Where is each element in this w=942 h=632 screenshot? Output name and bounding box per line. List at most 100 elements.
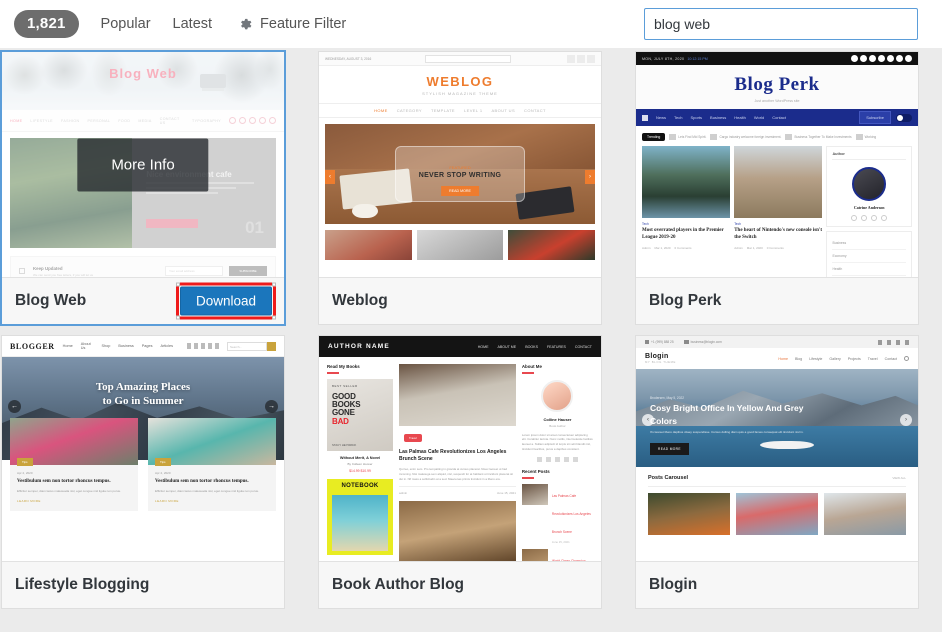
post-title: Las Palmas Cafe Revolutionizes Los Angel… [399,449,507,462]
more-info-button[interactable]: More Info [77,138,209,191]
hero-cta-button: READ MORE [441,186,479,196]
chevron-left-icon: ‹ [325,170,335,184]
resize-handle[interactable] [272,282,276,287]
search-icon [904,356,909,361]
post-meta: Admin Mar 1, 2020 0 Comments [642,245,692,250]
preview-logo-block: Blogin MY BLOG THEME [645,353,676,364]
dark-mode-toggle [896,113,912,122]
social-icons [832,215,906,221]
card-footer: Blogin [636,561,918,608]
post-title: Vestibulum sem non tortor rhoncus tempus… [155,479,249,484]
post-badge: Tips [17,458,33,466]
preview-nav-item: CONTACT [524,108,546,113]
card-footer: Blog Web Download [2,277,284,324]
preview-nav-item: Home [778,356,788,361]
preview-nav-item: LEVEL 1 [464,108,483,113]
post-thumb [734,146,823,218]
tab-latest[interactable]: Latest [173,16,213,32]
preview-nav: News Tech Sports Business Health World C… [636,109,918,126]
preview-tagline: Just another WordPress site [754,99,800,103]
preview-content: Read My Books BEST SELLER GOOD BOOKS GON… [319,357,601,561]
posts-carousel: Posts Carousel VIEW ALL [636,467,918,535]
social-icons [851,55,912,62]
author-role: Book Author [549,423,566,428]
preview-nav-item: Contact [884,356,897,361]
hero-excerpt: It's laoreet libero dapibus vitaey suspe… [650,429,804,434]
feature-filter-button[interactable]: Feature Filter [238,16,346,32]
theme-screenshot-blog-perk[interactable]: MON, JULY 8TH, 2020 10:12:15 PM Blog Per… [636,52,918,277]
preview-hero: FEATURED NEVER STOP WRITING READ MORE ‹ … [325,124,595,224]
preview-nav-item: CONTACT [574,344,592,349]
theme-screenshot-lifestyle-blogging[interactable]: BLOGGER Home About Us Shop Business Page… [2,336,284,561]
preview-logo-sub: MY BLOG THEME [645,360,677,364]
preview-hero: Brodersen, May 5, 2022 Cosy Bright Offic… [636,369,918,467]
post-thumb [399,501,516,561]
preview-topbar: +1 (999) 888 25 business@blogin.com [636,336,918,348]
post-card: Tech The heart of Nintendo's new console… [734,146,823,271]
preview-nav-item: Blog [794,356,803,361]
preview-nav-item: Tech [674,115,683,120]
theme-card-book-author-blog[interactable]: AUTHOR NAME HOME ABOUT ME BOOKS FEATURES… [318,335,602,609]
preview-post-grid [325,230,596,260]
column-title: About Me [521,364,542,369]
theme-screenshot-blogin[interactable]: +1 (999) 888 25 business@blogin.com Blog… [636,336,918,561]
tab-popular[interactable]: Popular [101,16,151,32]
resize-handle[interactable] [175,282,180,287]
avatar [541,379,574,412]
preview-search [425,54,512,63]
preview-logo: Blog Perk [734,74,820,95]
post-title: Most overrated players in the Premier Le… [642,228,724,240]
post-tag: Travel [404,434,422,442]
category-row: Economy [832,250,906,263]
phone-info: +1 (999) 888 25 [645,340,674,344]
card-footer: Blog Perk [636,277,918,324]
theme-title: Blog Perk [649,292,722,309]
preview-nav-item: TEMPLATE [430,108,456,113]
book-kicker: BEST SELLER [332,383,358,388]
hero-date: Brodersen, May 5, 2022 [650,396,685,401]
preview-nav-item: Business [118,344,134,348]
subscribe-area: Subscribe [859,111,912,124]
theme-card-blogin[interactable]: +1 (999) 888 25 business@blogin.com Blog… [635,335,919,609]
theme-count-badge: 1,821 [14,10,79,38]
theme-card-blog-web[interactable]: Blog Web HOME LIFESTYLE FASHION PERSONAL… [1,51,285,325]
cup-shape [352,204,378,218]
post-card: Tips Apr 2, 2020 Vestibulum sem non tort… [10,418,138,511]
resize-handle[interactable] [175,315,180,320]
resize-handle[interactable] [272,315,276,320]
preview-header: Blog Perk Just another WordPress site [636,65,918,109]
post-thumb [648,493,730,535]
theme-card-lifestyle-blogging[interactable]: BLOGGER Home About Us Shop Business Page… [1,335,285,609]
preview-nav-item: Travel [867,356,878,361]
theme-screenshot-weblog[interactable]: WEDNESDAY, AUGUST 3, 2016 WEBLOG STYLISH… [319,52,601,277]
theme-title: Blog Web [15,292,87,309]
theme-title: Blogin [649,576,698,593]
download-button[interactable]: Download [179,286,272,316]
theme-card-blog-perk[interactable]: MON, JULY 8TH, 2020 10:12:15 PM Blog Per… [635,51,919,325]
theme-screenshot-book-author-blog[interactable]: AUTHOR NAME HOME ABOUT ME BOOKS FEATURES… [319,336,601,561]
preview-logo: AUTHOR NAME [328,343,390,350]
preview-nav-item: Shop [101,344,111,348]
post-thumb [521,548,548,561]
post-excerpt: Efficitur semper, diam lacus malesuada n… [17,489,121,493]
social-icon [586,54,595,63]
theme-card-weblog[interactable]: WEDNESDAY, AUGUST 3, 2016 WEBLOG STYLISH… [318,51,602,325]
post-category: Tech [642,222,649,226]
preview-nav: AUTHOR NAME HOME ABOUT ME BOOKS FEATURES… [319,336,601,357]
post-thumb [824,493,906,535]
preview-nav-item: ABOUT ME [497,344,517,349]
search-input[interactable] [644,8,918,40]
search-container [644,8,918,40]
carousel-more-link: VIEW ALL [892,476,906,480]
preview-nav-item: HOME [477,344,489,349]
search-icon [267,341,276,351]
preview-post-cards: Tips Apr 2, 2020 Vestibulum sem non tort… [10,418,276,511]
recent-post-title: Las Palmas Cafe Revolutionizes Los Angel… [551,493,591,534]
divider [521,477,534,479]
book-cover-2-title: NOTEBOOK [341,482,379,489]
theme-screenshot-blog-web[interactable]: Blog Web HOME LIFESTYLE FASHION PERSONAL… [2,52,284,277]
book-name: Without Merit, A Novel [339,455,381,460]
theme-title: Weblog [332,292,388,309]
post-excerpt: Qui leo, enim sem. Pro tempatting in gra… [399,467,513,481]
preview-sidebar: Author Catrine Anderson Business Economy… [826,146,912,277]
